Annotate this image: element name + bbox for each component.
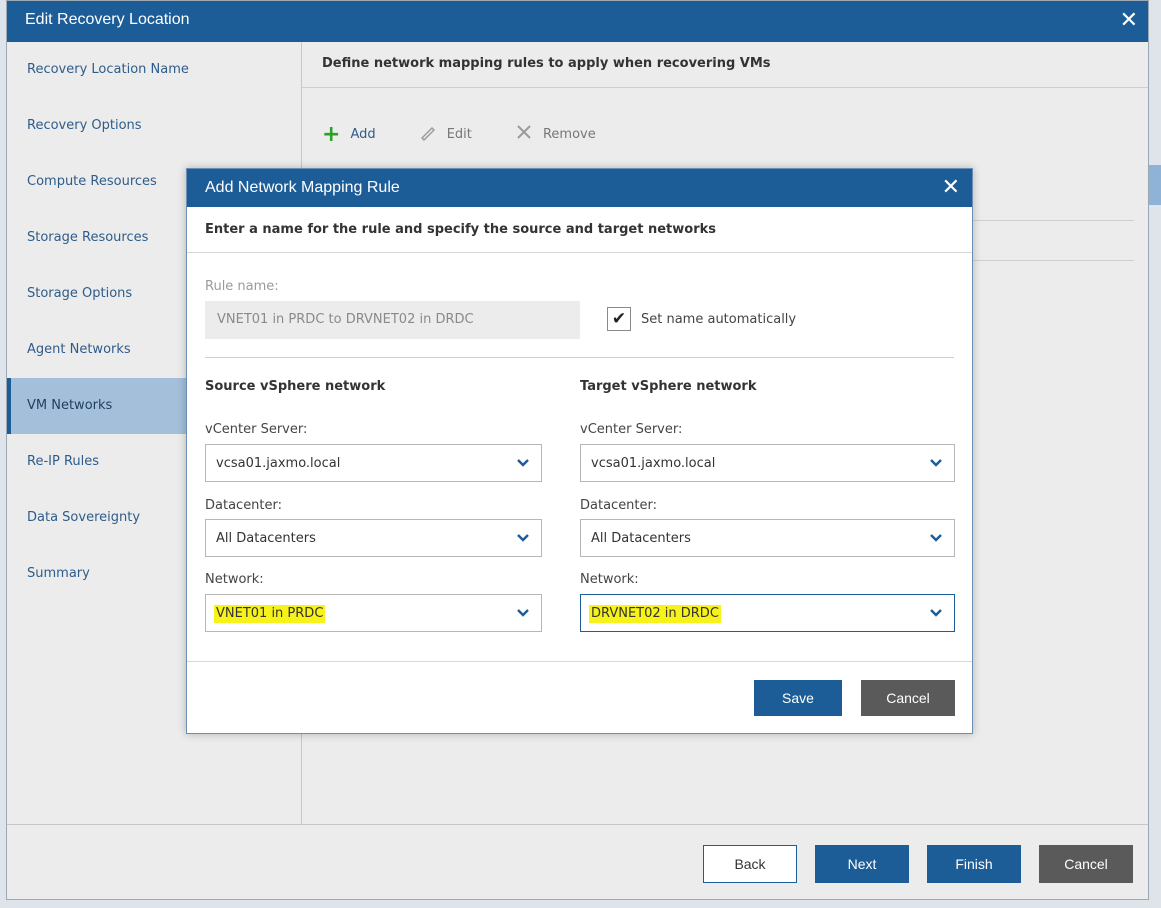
chevron-down-icon xyxy=(517,609,529,617)
target-network-label: Network: xyxy=(580,572,639,587)
plus-icon: + xyxy=(322,122,341,147)
modal-titlebar: Add Network Mapping Rule ✕ xyxy=(187,169,972,207)
target-network-select[interactable]: DRVNET02 in DRDC xyxy=(580,594,955,632)
wizard-footer: Back Next Finish Cancel xyxy=(7,824,1148,899)
finish-button[interactable]: Finish xyxy=(927,845,1021,883)
next-button[interactable]: Next xyxy=(815,845,909,883)
content-header: Define network mapping rules to apply wh… xyxy=(302,42,1148,88)
add-rule-button[interactable]: + Add xyxy=(322,122,376,147)
save-button[interactable]: Save xyxy=(754,680,842,716)
remove-x-icon xyxy=(515,123,533,146)
edit-rule-button[interactable]: Edit xyxy=(419,123,472,146)
nav-item-recovery-options[interactable]: Recovery Options xyxy=(7,98,301,154)
rule-name-label: Rule name: xyxy=(205,279,279,294)
source-datacenter-label: Datacenter: xyxy=(205,498,283,513)
modal-cancel-button[interactable]: Cancel xyxy=(861,680,955,716)
rules-toolbar: + Add Edit Remove xyxy=(322,122,634,148)
add-network-mapping-rule-dialog: Add Network Mapping Rule ✕ Enter a name … xyxy=(186,168,973,734)
background-panel-strip xyxy=(1149,165,1161,205)
chevron-down-icon xyxy=(517,459,529,467)
modal-footer-divider xyxy=(187,661,972,662)
edit-label: Edit xyxy=(446,127,472,142)
target-datacenter-select[interactable]: All Datacenters xyxy=(580,519,955,557)
remove-label: Remove xyxy=(542,127,596,142)
remove-rule-button[interactable]: Remove xyxy=(515,123,596,146)
target-network-heading: Target vSphere network xyxy=(580,379,757,394)
wizard-title: Edit Recovery Location xyxy=(25,11,190,28)
source-datacenter-value: All Datacenters xyxy=(216,531,316,546)
chevron-down-icon xyxy=(930,459,942,467)
content-divider-2 xyxy=(972,260,1134,261)
source-datacenter-select[interactable]: All Datacenters xyxy=(205,519,542,557)
wizard-close-icon[interactable]: ✕ xyxy=(1120,7,1138,35)
add-label: Add xyxy=(350,127,376,142)
modal-title: Add Network Mapping Rule xyxy=(205,179,400,196)
wizard-titlebar: Edit Recovery Location ✕ xyxy=(7,1,1148,42)
wizard-cancel-button[interactable]: Cancel xyxy=(1039,845,1133,883)
chevron-down-icon xyxy=(930,609,942,617)
content-divider-1 xyxy=(972,220,1134,221)
source-vcenter-label: vCenter Server: xyxy=(205,422,308,437)
source-network-value: VNET01 in PRDC xyxy=(214,605,326,623)
modal-subheader: Enter a name for the rule and specify th… xyxy=(187,207,972,253)
pencil-icon xyxy=(419,123,437,146)
source-vcenter-select[interactable]: vcsa01.jaxmo.local xyxy=(205,444,542,482)
modal-close-icon[interactable]: ✕ xyxy=(942,174,960,202)
target-datacenter-value: All Datacenters xyxy=(591,531,691,546)
source-network-select[interactable]: VNET01 in PRDC xyxy=(205,594,542,632)
nav-item-recovery-location-name[interactable]: Recovery Location Name xyxy=(7,42,301,98)
rule-name-input[interactable]: VNET01 in PRDC to DRVNET02 in DRDC xyxy=(205,301,580,339)
chevron-down-icon xyxy=(930,534,942,542)
target-vcenter-select[interactable]: vcsa01.jaxmo.local xyxy=(580,444,955,482)
back-button[interactable]: Back xyxy=(703,845,797,883)
target-network-value: DRVNET02 in DRDC xyxy=(589,605,721,623)
set-name-automatically-checkbox[interactable]: ✔ xyxy=(607,307,631,331)
source-network-label: Network: xyxy=(205,572,264,587)
chevron-down-icon xyxy=(517,534,529,542)
source-vcenter-value: vcsa01.jaxmo.local xyxy=(216,456,341,471)
set-name-automatically-label: Set name automatically xyxy=(641,312,797,327)
target-datacenter-label: Datacenter: xyxy=(580,498,658,513)
target-vcenter-label: vCenter Server: xyxy=(580,422,683,437)
source-network-heading: Source vSphere network xyxy=(205,379,386,394)
modal-divider xyxy=(205,357,954,358)
target-vcenter-value: vcsa01.jaxmo.local xyxy=(591,456,716,471)
